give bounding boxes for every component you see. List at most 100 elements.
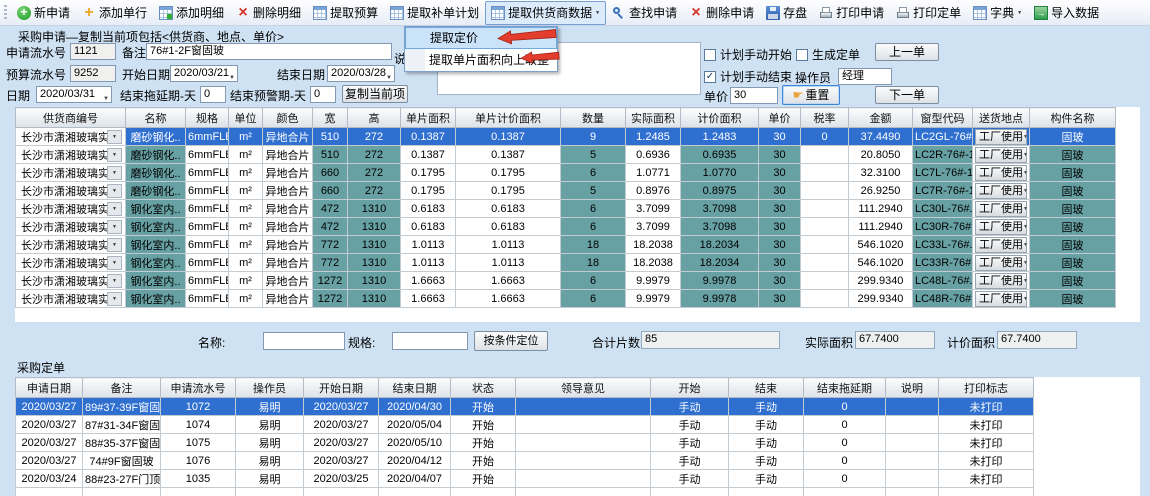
table-row[interactable]: 2020/03/2787#31-34F窗固玻1074易明2020/03/2720…: [16, 416, 1034, 434]
supplier-dropdown-icon[interactable]: ▼: [107, 166, 122, 180]
cell[interactable]: 手动: [651, 470, 729, 488]
cell[interactable]: 9.9979: [626, 290, 681, 308]
cell[interactable]: 20.8050: [849, 146, 913, 164]
cell[interactable]: 异地合片: [263, 200, 313, 218]
cell[interactable]: [801, 272, 849, 290]
cell[interactable]: 87#31-34F窗固玻: [83, 416, 161, 434]
supplier-dropdown-icon[interactable]: ▼: [107, 292, 122, 306]
column-header[interactable]: 开始: [651, 378, 729, 398]
column-header[interactable]: 开始日期: [304, 378, 379, 398]
cell[interactable]: 9.9978: [681, 272, 759, 290]
cell[interactable]: 未打印: [939, 452, 1034, 470]
cell[interactable]: 2020/03/27: [16, 416, 83, 434]
end-delay-input[interactable]: 0: [200, 86, 226, 103]
table-row[interactable]: 2020/03/2774#9F窗固玻1076易明2020/03/272020/0…: [16, 452, 1034, 470]
delivery-location-combo[interactable]: 工厂使用▼: [975, 237, 1027, 253]
plan-manual-end-checkbox[interactable]: ✓ 计划手动结束: [704, 68, 792, 85]
column-header[interactable]: 申请日期: [16, 378, 83, 398]
cell[interactable]: 工厂使用▼: [973, 290, 1030, 308]
cell[interactable]: m²: [229, 164, 263, 182]
cell[interactable]: 固玻: [1030, 218, 1116, 236]
table-row[interactable]: 2020/03/2788#35-37F窗固玻1075易明2020/03/2720…: [16, 434, 1034, 452]
cell[interactable]: 开始: [451, 398, 516, 416]
cell[interactable]: 固玻: [1030, 236, 1116, 254]
cell[interactable]: [886, 452, 939, 470]
cell[interactable]: 1076: [161, 452, 236, 470]
cell[interactable]: 未打印: [939, 470, 1034, 488]
cell[interactable]: 772: [313, 236, 348, 254]
delivery-location-combo[interactable]: 工厂使用▼: [975, 147, 1027, 163]
cell[interactable]: 长沙市潇湘玻璃实..▼: [16, 290, 126, 308]
cell[interactable]: 固玻: [1030, 272, 1116, 290]
column-header[interactable]: 实际面积: [626, 108, 681, 128]
cell[interactable]: 0: [804, 470, 886, 488]
column-header[interactable]: 窗型代码: [913, 108, 973, 128]
cell[interactable]: 易明: [236, 452, 304, 470]
column-header[interactable]: 高: [348, 108, 401, 128]
delivery-location-combo[interactable]: 工厂使用▼: [975, 219, 1027, 235]
column-header[interactable]: 金额: [849, 108, 913, 128]
filter-name-input[interactable]: [263, 332, 345, 350]
cell[interactable]: 2020/03/27: [304, 416, 379, 434]
cell[interactable]: 1272: [313, 272, 348, 290]
cell[interactable]: 未打印: [939, 398, 1034, 416]
print-request-button[interactable]: 打印申请: [813, 1, 890, 25]
cell[interactable]: 6mmFLE..: [186, 254, 229, 272]
cell[interactable]: m²: [229, 218, 263, 236]
column-header[interactable]: 结束拖延期: [804, 378, 886, 398]
cell[interactable]: 30: [759, 164, 801, 182]
cell[interactable]: 异地合片: [263, 218, 313, 236]
cell[interactable]: 88#23-27F门顶玻: [83, 470, 161, 488]
table-row[interactable]: 2020/03/2789#37-39F窗固玻1072易明2020/03/2720…: [16, 398, 1034, 416]
cell[interactable]: 546.1020: [849, 236, 913, 254]
supplier-dropdown-icon[interactable]: ▼: [107, 238, 122, 252]
cell[interactable]: 37.4490: [849, 128, 913, 146]
cell[interactable]: 6: [561, 200, 626, 218]
cell[interactable]: 手动: [729, 398, 804, 416]
cell[interactable]: 272: [348, 128, 401, 146]
cell[interactable]: 异地合片: [263, 254, 313, 272]
cell[interactable]: 1074: [161, 416, 236, 434]
cell[interactable]: 1310: [348, 290, 401, 308]
cell[interactable]: 1310: [348, 272, 401, 290]
cell[interactable]: 89#37-39F窗固玻: [83, 398, 161, 416]
cell[interactable]: 开始: [451, 416, 516, 434]
cell[interactable]: 0: [804, 452, 886, 470]
cell[interactable]: 1.0770: [681, 164, 759, 182]
cell[interactable]: 1310: [348, 236, 401, 254]
delivery-location-combo[interactable]: 工厂使用▼: [975, 129, 1027, 145]
cell[interactable]: 未打印: [939, 416, 1034, 434]
cell[interactable]: [801, 164, 849, 182]
cell[interactable]: 6mmFLE..: [186, 218, 229, 236]
cell[interactable]: 钢化室内..: [126, 218, 186, 236]
cell[interactable]: 0.6183: [401, 200, 456, 218]
cell[interactable]: 2020/05/04: [379, 416, 451, 434]
cell[interactable]: 1.0113: [401, 254, 456, 272]
cell[interactable]: 长沙市潇湘玻璃实..▼: [16, 128, 126, 146]
cell[interactable]: 2020/03/27: [304, 398, 379, 416]
cell[interactable]: 32.3100: [849, 164, 913, 182]
cell[interactable]: m²: [229, 146, 263, 164]
cell[interactable]: 工厂使用▼: [973, 164, 1030, 182]
table-row[interactable]: 长沙市潇湘玻璃实..▼磨砂钢化..6mmFLE..m²异地合片5102720.1…: [16, 128, 1116, 146]
supplier-dropdown-icon[interactable]: ▼: [107, 130, 122, 144]
reset-button[interactable]: ☛重置: [782, 85, 840, 105]
cell[interactable]: 30: [759, 182, 801, 200]
next-order-button[interactable]: 下一单: [875, 86, 939, 104]
cell[interactable]: 手动: [729, 416, 804, 434]
cell[interactable]: 2020/03/25: [304, 470, 379, 488]
column-header[interactable]: 单片计价面积: [456, 108, 561, 128]
cell[interactable]: 6mmFLE..: [186, 236, 229, 254]
column-header[interactable]: 结束日期: [379, 378, 451, 398]
cell[interactable]: 18.2038: [626, 236, 681, 254]
cell[interactable]: [886, 434, 939, 452]
cell[interactable]: 固玻: [1030, 182, 1116, 200]
cell[interactable]: 30: [759, 146, 801, 164]
table-row[interactable]: 长沙市潇湘玻璃实..▼钢化室内..6mmFLE..m²异地合片127213101…: [16, 290, 1116, 308]
cell[interactable]: [516, 470, 651, 488]
cell[interactable]: 299.9340: [849, 272, 913, 290]
cell[interactable]: 9.9979: [626, 272, 681, 290]
budget-no-input[interactable]: 9252: [70, 65, 116, 82]
cell[interactable]: [886, 470, 939, 488]
cell[interactable]: 111.2940: [849, 218, 913, 236]
